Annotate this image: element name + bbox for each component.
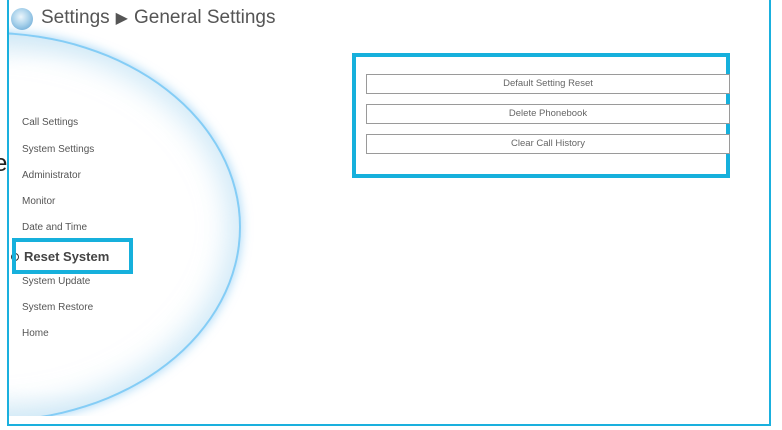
triangle-right-icon: ▶ [115, 10, 128, 27]
sidebar-item-monitor[interactable]: Monitor [22, 196, 55, 207]
app-window: Settings ▶ General Settings Call Settings … [7, 0, 771, 426]
sidebar-item-system-settings[interactable]: System Settings [22, 144, 94, 155]
delete-phonebook-button[interactable]: Delete Phonebook [366, 104, 730, 124]
sidebar-item-system-update[interactable]: System Update [22, 276, 90, 287]
stray-text: e [0, 150, 8, 177]
highlight-box-reset-system [12, 238, 133, 274]
logo-orb-icon [11, 8, 33, 30]
default-setting-reset-button[interactable]: Default Setting Reset [366, 74, 730, 94]
sidebar-item-date-and-time[interactable]: Date and Time [22, 222, 87, 233]
breadcrumb: Settings ▶ General Settings [9, 0, 769, 40]
clear-call-history-button[interactable]: Clear Call History [366, 134, 730, 154]
breadcrumb-root[interactable]: Settings [41, 7, 110, 28]
sidebar-item-system-restore[interactable]: System Restore [22, 302, 93, 313]
sidebar-item-call-settings[interactable]: Call Settings [22, 117, 78, 128]
sidebar-item-home[interactable]: Home [22, 328, 49, 339]
arc-mask [9, 416, 769, 424]
page-title: Settings ▶ General Settings [41, 7, 276, 29]
breadcrumb-current: General Settings [133, 7, 276, 28]
sidebar-item-administrator[interactable]: Administrator [22, 170, 81, 181]
